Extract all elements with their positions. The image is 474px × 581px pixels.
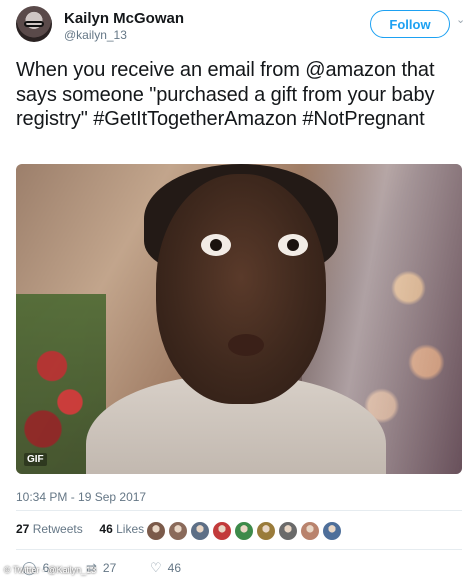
gif-badge: GIF — [24, 453, 47, 466]
retweets-label[interactable]: Retweets — [33, 522, 83, 536]
user-handle[interactable]: @kailyn_13 — [64, 28, 127, 42]
divider-top — [16, 510, 462, 511]
liker-avatar[interactable] — [190, 521, 210, 541]
liker-avatar[interactable] — [146, 521, 166, 541]
heart-icon[interactable]: ♡ — [150, 560, 162, 576]
tweet-timestamp[interactable]: 10:34 PM - 19 Sep 2017 — [16, 490, 146, 504]
tweet-media-gif[interactable]: GIF — [16, 164, 462, 474]
like-count: 46 — [167, 561, 182, 575]
user-name[interactable]: Kailyn McGowan — [64, 10, 184, 27]
tweet-header: Kailyn McGowan @kailyn_13 Follow ⌄ — [16, 6, 465, 46]
like-action[interactable]: ♡ 46 — [150, 560, 181, 576]
retweet-count: 27 — [102, 561, 117, 575]
liker-avatar[interactable] — [300, 521, 320, 541]
watermark: © Twitter - @Kailyn_13 — [4, 565, 97, 575]
likes-count[interactable]: 46 — [99, 522, 112, 536]
glasses-decoration — [24, 21, 44, 27]
liker-avatar[interactable] — [212, 521, 232, 541]
right-eye — [278, 234, 308, 256]
chevron-down-icon[interactable]: ⌄ — [456, 15, 465, 26]
retweets-count[interactable]: 27 — [16, 522, 29, 536]
liker-avatar[interactable] — [322, 521, 342, 541]
liker-avatar[interactable] — [256, 521, 276, 541]
tweet-text: When you receive an email from @amazon t… — [16, 59, 435, 130]
person-head — [156, 174, 326, 404]
liker-avatar[interactable] — [234, 521, 254, 541]
mouth — [228, 334, 264, 356]
tweet-stats: 27 Retweets 46 Likes — [16, 522, 144, 536]
follow-button[interactable]: Follow — [370, 10, 450, 38]
liker-avatar[interactable] — [278, 521, 298, 541]
likes-label[interactable]: Likes — [116, 522, 144, 536]
liker-avatar[interactable] — [168, 521, 188, 541]
avatar[interactable] — [16, 6, 52, 42]
left-eye — [201, 234, 231, 256]
divider-bottom — [16, 549, 462, 550]
